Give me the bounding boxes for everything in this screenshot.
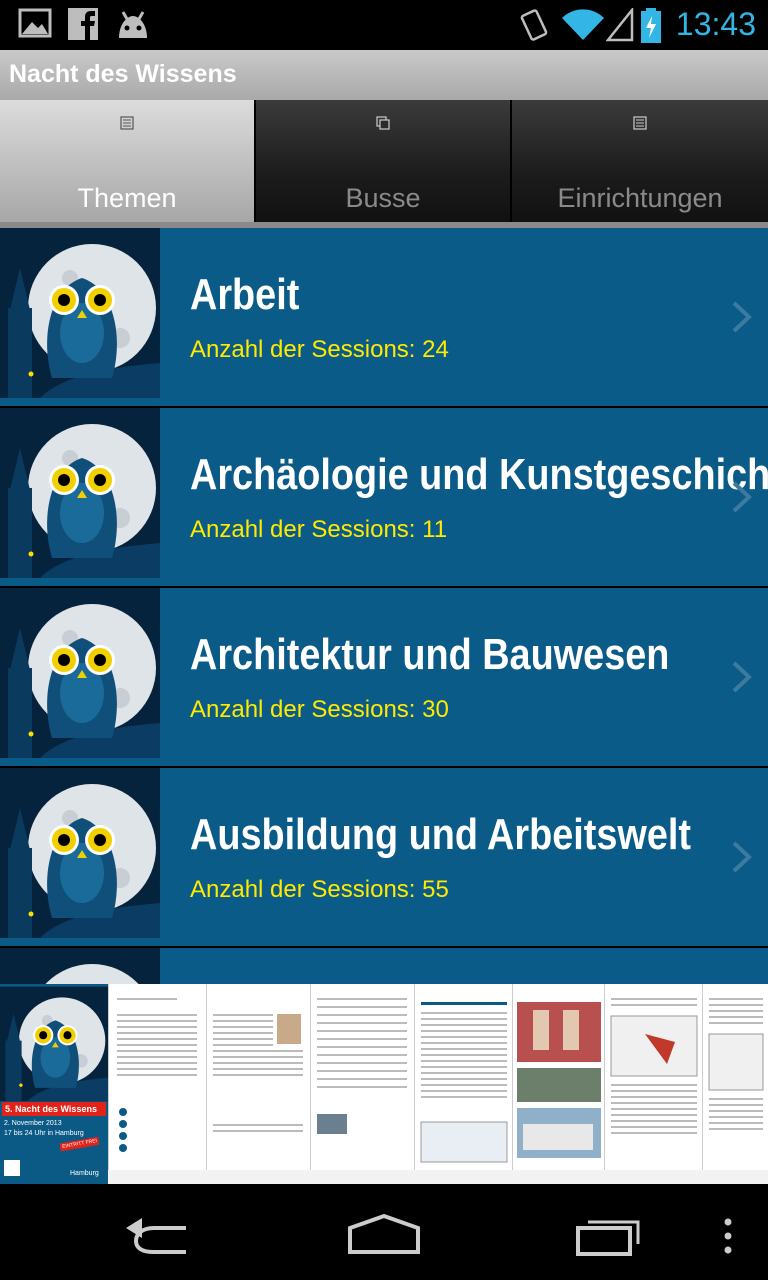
copy-icon [376, 116, 390, 130]
qr-code [4, 1160, 20, 1176]
session-count: Anzahl der Sessions: 55 [190, 876, 449, 903]
owl-thumbnail [0, 588, 160, 758]
list-icon [633, 116, 647, 130]
owl-thumbnail [0, 768, 160, 938]
tab-bar: Themen Busse Einrichtungen [0, 100, 768, 226]
chevron-right-icon [730, 300, 754, 334]
android-icon [119, 11, 147, 38]
facebook-icon [68, 8, 98, 40]
owl-thumbnail [0, 408, 160, 578]
tab-label: Busse [345, 183, 421, 213]
brochure-cover: 5. Nacht des Wissens 2. November 2013 17… [0, 984, 108, 1184]
session-count: Anzahl der Sessions: 24 [190, 336, 449, 363]
brochure-badge: EINTRITT FREI [59, 1136, 100, 1152]
battery-icon [641, 8, 661, 43]
chevron-right-icon [730, 480, 754, 514]
tab-einrichtungen[interactable]: Einrichtungen [512, 100, 768, 222]
brochure-page [702, 984, 768, 1170]
back-icon[interactable] [124, 1214, 196, 1254]
tab-busse[interactable]: Busse [256, 100, 512, 222]
action-bar: Nacht des Wissens [0, 50, 768, 100]
brochure-page [310, 984, 415, 1170]
wifi-icon [562, 9, 604, 40]
brochure-page [206, 984, 311, 1170]
topic-title: Archäologie und Kunstgeschichte [190, 450, 768, 499]
list-item[interactable]: Architektur und Bauwesen Anzahl der Sess… [0, 588, 768, 766]
owl-thumbnail [0, 948, 160, 984]
tab-label: Einrichtungen [557, 183, 723, 213]
chevron-right-icon [730, 840, 754, 874]
topic-list: Arbeit Anzahl der Sessions: 24 Archäolog… [0, 228, 768, 984]
brochure-page [414, 984, 513, 1170]
list-icon [120, 116, 134, 130]
brochure-page [108, 984, 207, 1170]
brochure-page [604, 984, 703, 1170]
owl-logo [0, 984, 108, 1104]
list-item[interactable]: Arbeit Anzahl der Sessions: 24 [0, 228, 768, 406]
overflow-menu-icon[interactable] [720, 1216, 736, 1256]
session-count: Anzahl der Sessions: 11 [190, 516, 448, 543]
tab-label: Themen [77, 183, 177, 213]
recent-apps-icon[interactable] [574, 1212, 644, 1256]
brochure-date: 2. November 2013 [4, 1120, 62, 1127]
topic-title: Arbeit [190, 270, 300, 319]
app-title: Nacht des Wissens [9, 60, 237, 88]
brochure-page [512, 984, 605, 1170]
signal-icon [606, 8, 634, 42]
owl-thumbnail [0, 228, 160, 398]
brochure-event: 5. Nacht des Wissens [2, 1102, 106, 1116]
image-icon [18, 8, 52, 38]
brochure-banner[interactable]: 5. Nacht des Wissens 2. November 2013 17… [0, 984, 768, 1184]
clock: 13:43 [675, 6, 756, 42]
topic-title: Architektur und Bauwesen [190, 630, 670, 679]
home-icon[interactable] [346, 1212, 422, 1256]
list-item[interactable]: Archäologie und Kunstgeschichte Anzahl d… [0, 408, 768, 586]
tab-themen[interactable]: Themen [0, 100, 256, 222]
topic-title: Ausbildung und Arbeitswelt [190, 810, 692, 859]
list-item[interactable]: Ausbildung und Arbeitswelt Anzahl der Se… [0, 768, 768, 946]
rotate-icon [520, 9, 548, 41]
brochure-time: 17 bis 24 Uhr in Hamburg [4, 1130, 84, 1137]
chevron-right-icon [730, 660, 754, 694]
list-item[interactable] [0, 948, 768, 984]
status-bar: 13:43 [0, 0, 768, 50]
brochure-city: Hamburg [70, 1170, 99, 1177]
navigation-bar [0, 1184, 768, 1280]
session-count: Anzahl der Sessions: 30 [190, 696, 449, 723]
